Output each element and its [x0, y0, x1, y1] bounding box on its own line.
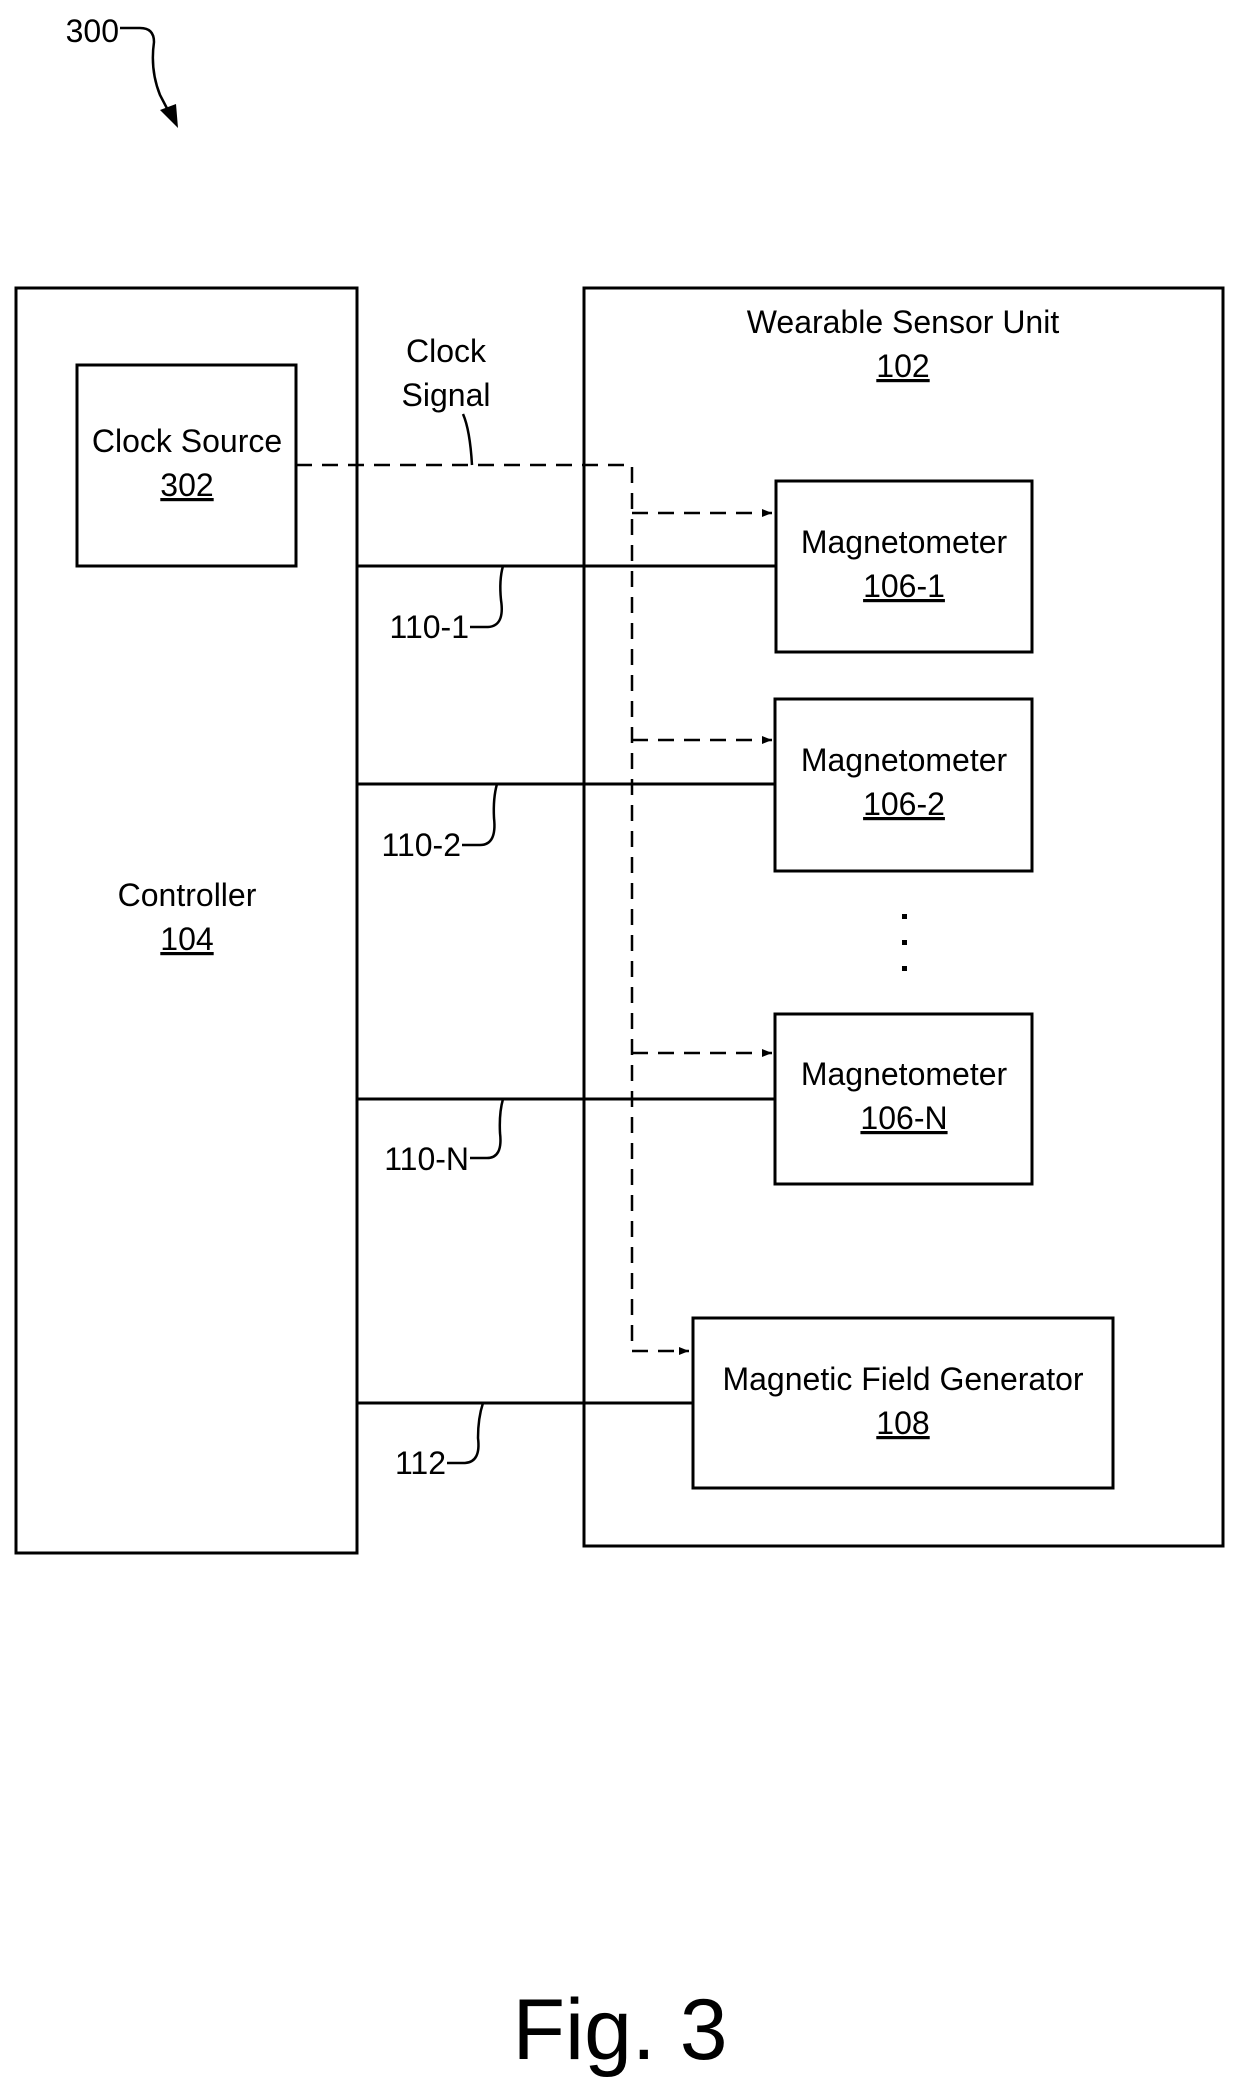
- link-110-N-leader: [470, 1098, 505, 1160]
- magnetometer-106-1-box: [774, 479, 1034, 654]
- clock-source-box: [75, 363, 298, 568]
- clock-signal-bus: [296, 463, 634, 1351]
- figure-reference-leader: [120, 26, 174, 119]
- magnetometer-106-N-ref: 106-N: [860, 1100, 947, 1136]
- clock-source-title: Clock Source: [92, 423, 282, 459]
- link-112-label: 112: [395, 1445, 446, 1481]
- link-112-leader: [447, 1402, 485, 1465]
- magnetic-field-generator-title: Magnetic Field Generator: [722, 1361, 1083, 1397]
- magnetometer-106-2-ref: 106-2: [863, 786, 945, 822]
- magnetometer-106-2-box: [773, 697, 1034, 873]
- magnetometer-106-N-box: [773, 1012, 1034, 1186]
- magnetometer-106-1-ref: 106-1: [863, 568, 945, 604]
- controller-ref: 104: [160, 921, 213, 957]
- figure-reference-label: 300: [66, 13, 119, 49]
- clock-signal-leader: [461, 413, 474, 466]
- ellipsis-dot-2: [902, 940, 907, 945]
- block-diagram: 300 Controller 104 Clock Source 302 Cloc…: [14, 13, 1225, 2078]
- link-110-2-leader: [462, 783, 499, 847]
- figure-reference-arrowhead-icon: [160, 104, 178, 128]
- magnetometer-106-2-title: Magnetometer: [801, 742, 1008, 778]
- clock-signal-label-line2: Signal: [402, 377, 491, 413]
- link-110-N-label: 110-N: [384, 1141, 469, 1177]
- controller-title: Controller: [118, 877, 257, 913]
- magnetometer-106-N-title: Magnetometer: [801, 1056, 1008, 1092]
- link-110-1-label: 110-1: [390, 609, 469, 645]
- figure-caption: Fig. 3: [512, 1982, 727, 2078]
- wearable-sensor-unit-title: Wearable Sensor Unit: [747, 304, 1060, 340]
- clock-source-ref: 302: [160, 467, 213, 503]
- clock-signal-label-line1: Clock: [406, 333, 487, 369]
- ellipsis-dot-3: [902, 966, 907, 971]
- magnetic-field-generator-ref: 108: [876, 1405, 929, 1441]
- magnetometer-106-1-title: Magnetometer: [801, 524, 1008, 560]
- wearable-sensor-unit-ref: 102: [876, 348, 929, 384]
- link-110-2-label: 110-2: [382, 827, 461, 863]
- link-110-1-leader: [470, 565, 505, 629]
- magnetic-field-generator-box: [691, 1316, 1115, 1490]
- ellipsis-dot-1: [902, 914, 907, 919]
